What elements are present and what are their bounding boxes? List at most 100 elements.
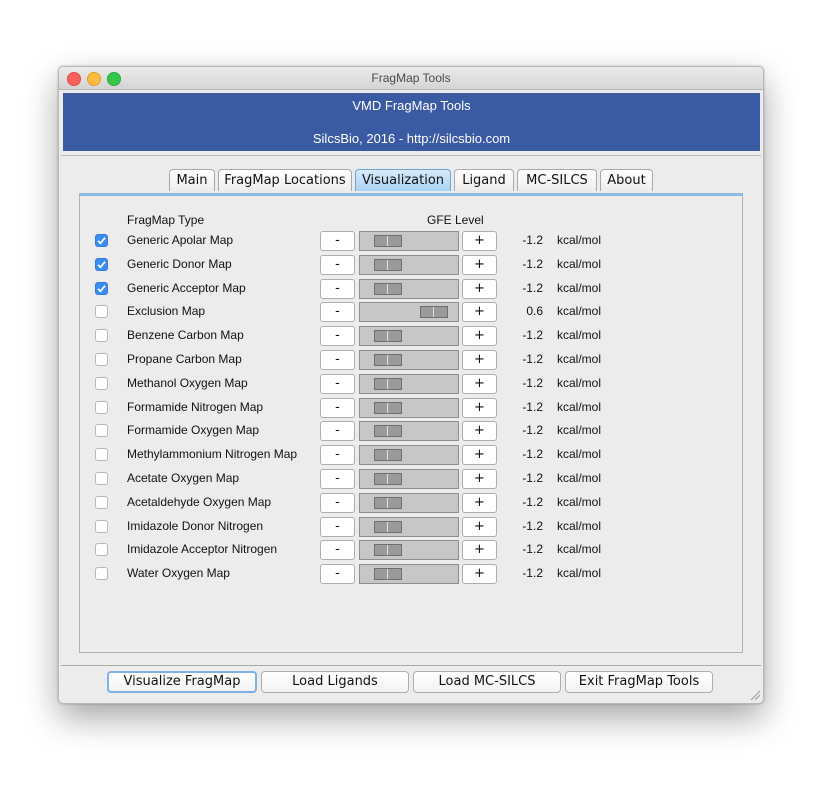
fragmap-checkbox[interactable] bbox=[95, 495, 108, 509]
slider-thumb[interactable] bbox=[374, 282, 402, 295]
tab-main[interactable]: Main bbox=[169, 169, 215, 191]
checkmark-icon bbox=[97, 284, 106, 293]
exit-fragmap-tools-button[interactable]: Exit FragMap Tools bbox=[565, 671, 713, 693]
resize-grip-icon[interactable] bbox=[749, 689, 761, 701]
decrease-level-button[interactable]: - bbox=[320, 516, 355, 537]
decrease-level-button[interactable]: - bbox=[320, 445, 355, 466]
fragmap-checkbox[interactable] bbox=[95, 543, 108, 557]
gfe-level-unit: kcal/mol bbox=[557, 494, 602, 509]
slider-thumb[interactable] bbox=[374, 473, 402, 485]
slider-thumb[interactable] bbox=[374, 520, 402, 533]
increase-level-button[interactable]: + bbox=[462, 516, 497, 537]
fragmap-checkbox[interactable] bbox=[95, 472, 108, 485]
slider-thumb[interactable] bbox=[374, 258, 402, 271]
slider-thumb[interactable] bbox=[374, 235, 402, 247]
decrease-level-button[interactable]: - bbox=[320, 540, 355, 561]
gfe-level-slider[interactable] bbox=[359, 445, 459, 466]
zoom-window-icon[interactable] bbox=[107, 72, 121, 86]
increase-level-button[interactable]: + bbox=[462, 564, 497, 585]
decrease-level-button[interactable]: - bbox=[320, 326, 355, 347]
slider-thumb[interactable] bbox=[374, 401, 402, 414]
fragmap-checkbox[interactable] bbox=[95, 234, 108, 247]
slider-thumb[interactable] bbox=[374, 425, 402, 438]
decrease-level-button[interactable]: - bbox=[320, 397, 355, 418]
gfe-level-slider[interactable] bbox=[359, 421, 459, 442]
increase-level-button[interactable]: + bbox=[462, 373, 497, 394]
tab-visualization[interactable]: Visualization bbox=[355, 169, 451, 191]
increase-level-button[interactable]: + bbox=[462, 302, 497, 323]
tab-fragmap-locations[interactable]: FragMap Locations bbox=[218, 169, 352, 191]
fragmap-checkbox[interactable] bbox=[95, 400, 108, 414]
gfe-level-slider[interactable] bbox=[359, 278, 459, 299]
checkmark-icon bbox=[97, 261, 106, 269]
fragmap-checkbox[interactable] bbox=[95, 424, 108, 438]
gfe-level-slider[interactable] bbox=[359, 302, 459, 323]
slider-thumb[interactable] bbox=[374, 377, 402, 390]
decrease-level-button[interactable]: - bbox=[320, 350, 355, 370]
gfe-level-slider[interactable] bbox=[359, 373, 459, 394]
gfe-level-slider[interactable] bbox=[359, 492, 459, 513]
gfe-level-slider[interactable] bbox=[359, 540, 459, 561]
gfe-level-slider[interactable] bbox=[359, 397, 459, 418]
gfe-level-slider[interactable] bbox=[359, 254, 459, 275]
slider-thumb[interactable] bbox=[374, 544, 402, 557]
increase-level-button[interactable]: + bbox=[462, 350, 497, 370]
fragmap-name: Methylammonium Nitrogen Map bbox=[127, 447, 298, 462]
gfe-level-slider[interactable] bbox=[359, 469, 459, 489]
gfe-level-unit: kcal/mol bbox=[557, 280, 602, 295]
load-ligands-button[interactable]: Load Ligands bbox=[261, 671, 409, 693]
decrease-level-button[interactable]: - bbox=[320, 278, 355, 299]
fragmap-checkbox[interactable] bbox=[95, 519, 108, 533]
load-mc-silcs-button[interactable]: Load MC-SILCS bbox=[413, 671, 561, 693]
slider-thumb[interactable] bbox=[374, 496, 402, 509]
slider-thumb[interactable] bbox=[374, 568, 402, 581]
fragmap-checkbox[interactable] bbox=[95, 448, 108, 462]
decrease-level-button[interactable]: - bbox=[320, 469, 355, 489]
visualize-fragmap-button[interactable]: Visualize FragMap bbox=[107, 671, 257, 693]
increase-level-button[interactable]: + bbox=[462, 540, 497, 561]
banner-title: VMD FragMap Tools bbox=[352, 98, 471, 113]
tab-about[interactable]: About bbox=[600, 169, 653, 191]
banner-subtitle: SilcsBio, 2016 - http://silcsbio.com bbox=[312, 131, 511, 146]
fragmap-checkbox[interactable] bbox=[95, 353, 108, 366]
title-bar[interactable]: FragMap Tools bbox=[59, 67, 763, 90]
tab-ligand[interactable]: Ligand bbox=[454, 169, 514, 191]
increase-level-button[interactable]: + bbox=[462, 492, 497, 513]
gfe-level-value: -1.2 bbox=[522, 352, 543, 366]
gfe-level-slider[interactable] bbox=[359, 231, 459, 251]
increase-level-button[interactable]: + bbox=[462, 326, 497, 347]
fragmap-checkbox[interactable] bbox=[95, 567, 108, 581]
increase-level-button[interactable]: + bbox=[462, 254, 497, 275]
increase-level-button[interactable]: + bbox=[462, 231, 497, 251]
fragmap-checkbox[interactable] bbox=[95, 376, 108, 390]
gfe-level-slider[interactable] bbox=[359, 350, 459, 370]
gfe-level-value: -1.2 bbox=[522, 280, 543, 295]
fragmap-checkbox[interactable] bbox=[95, 305, 108, 319]
decrease-level-button[interactable]: - bbox=[320, 564, 355, 585]
decrease-level-button[interactable]: - bbox=[320, 373, 355, 394]
slider-thumb[interactable] bbox=[420, 306, 448, 319]
gfe-level-slider[interactable] bbox=[359, 564, 459, 585]
fragmap-checkbox[interactable] bbox=[95, 329, 108, 343]
decrease-level-button[interactable]: - bbox=[320, 421, 355, 442]
close-window-icon[interactable] bbox=[67, 72, 81, 86]
decrease-level-button[interactable]: - bbox=[320, 492, 355, 513]
decrease-level-button[interactable]: - bbox=[320, 254, 355, 275]
fragmap-name: Acetate Oxygen Map bbox=[127, 471, 240, 485]
increase-level-button[interactable]: + bbox=[462, 445, 497, 466]
increase-level-button[interactable]: + bbox=[462, 397, 497, 418]
gfe-level-slider[interactable] bbox=[359, 516, 459, 537]
slider-thumb[interactable] bbox=[374, 449, 402, 462]
decrease-level-button[interactable]: - bbox=[320, 231, 355, 251]
increase-level-button[interactable]: + bbox=[462, 469, 497, 489]
tab-mc-silcs[interactable]: MC-SILCS bbox=[517, 169, 597, 191]
fragmap-checkbox[interactable] bbox=[95, 257, 108, 271]
decrease-level-button[interactable]: - bbox=[320, 302, 355, 323]
gfe-level-slider[interactable] bbox=[359, 326, 459, 347]
minimize-window-icon[interactable] bbox=[87, 72, 101, 86]
increase-level-button[interactable]: + bbox=[462, 421, 497, 442]
slider-thumb[interactable] bbox=[374, 354, 402, 366]
fragmap-checkbox[interactable] bbox=[95, 281, 108, 295]
slider-thumb[interactable] bbox=[374, 330, 402, 343]
increase-level-button[interactable]: + bbox=[462, 278, 497, 299]
